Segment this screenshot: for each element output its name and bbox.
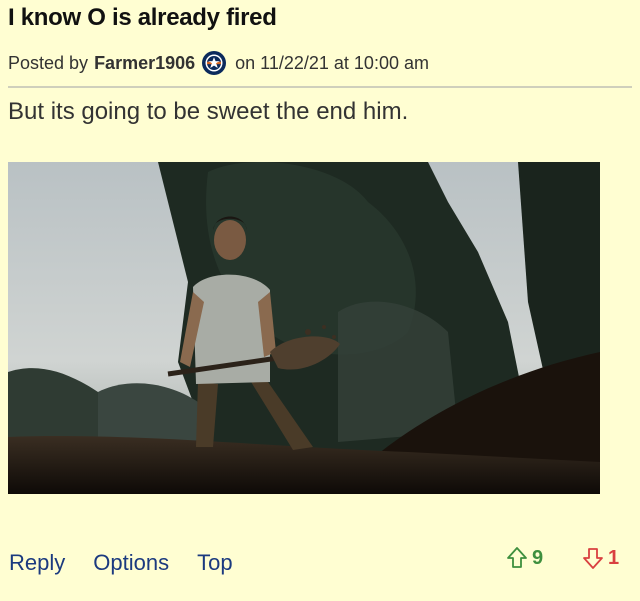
upvote-button[interactable]: 9 bbox=[506, 546, 543, 570]
header-divider bbox=[8, 86, 632, 88]
posted-by-label: Posted by bbox=[8, 52, 89, 73]
reply-link[interactable]: Reply bbox=[9, 550, 65, 576]
at-label: at bbox=[333, 52, 349, 73]
downvote-button[interactable]: 1 bbox=[582, 546, 619, 570]
arrow-down-icon bbox=[583, 548, 603, 569]
username-link[interactable]: Farmer1906 bbox=[94, 53, 195, 74]
post-body: But its going to be sweet the end him. bbox=[8, 98, 409, 125]
upvote-count: 9 bbox=[532, 546, 544, 569]
post-date: 11/22/21 bbox=[260, 52, 329, 73]
options-link[interactable]: Options bbox=[93, 550, 169, 576]
arrow-up-icon bbox=[507, 547, 527, 568]
post-actions: Reply Options Top bbox=[9, 550, 233, 576]
embedded-gif-image[interactable] bbox=[8, 162, 600, 494]
top-link[interactable]: Top bbox=[197, 550, 232, 576]
on-label: on bbox=[235, 52, 256, 73]
post-title: I know O is already fired bbox=[8, 4, 277, 31]
downvote-count: 1 bbox=[608, 546, 620, 569]
astros-star-icon bbox=[201, 50, 227, 76]
post-time: 10:00 am bbox=[353, 52, 429, 73]
post-meta: Posted by Farmer1906 on 11/22/21 at 10:0… bbox=[8, 50, 429, 76]
